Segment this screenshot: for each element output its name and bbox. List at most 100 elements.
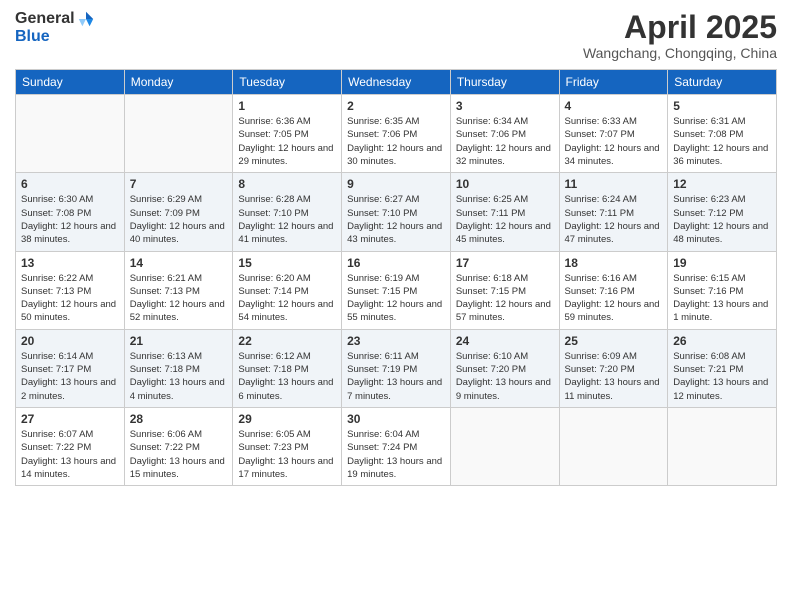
day-header-thursday: Thursday	[450, 70, 559, 95]
day-number: 28	[130, 412, 228, 426]
day-info: Sunrise: 6:11 AMSunset: 7:19 PMDaylight:…	[347, 350, 445, 403]
day-number: 21	[130, 334, 228, 348]
calendar-cell	[124, 95, 233, 173]
month-title: April 2025	[583, 10, 777, 45]
day-number: 13	[21, 256, 119, 270]
day-info: Sunrise: 6:12 AMSunset: 7:18 PMDaylight:…	[238, 350, 336, 403]
calendar-cell	[668, 407, 777, 485]
day-info: Sunrise: 6:20 AMSunset: 7:14 PMDaylight:…	[238, 272, 336, 325]
day-info: Sunrise: 6:06 AMSunset: 7:22 PMDaylight:…	[130, 428, 228, 481]
calendar-week-4: 20 Sunrise: 6:14 AMSunset: 7:17 PMDayligh…	[16, 329, 777, 407]
day-number: 1	[238, 99, 336, 113]
day-number: 27	[21, 412, 119, 426]
day-info: Sunrise: 6:30 AMSunset: 7:08 PMDaylight:…	[21, 193, 119, 246]
day-info: Sunrise: 6:05 AMSunset: 7:23 PMDaylight:…	[238, 428, 336, 481]
calendar-cell	[450, 407, 559, 485]
calendar-week-1: 1 Sunrise: 6:36 AMSunset: 7:05 PMDaylight…	[16, 95, 777, 173]
calendar-cell: 24 Sunrise: 6:10 AMSunset: 7:20 PMDayligh…	[450, 329, 559, 407]
day-number: 20	[21, 334, 119, 348]
calendar-cell: 16 Sunrise: 6:19 AMSunset: 7:15 PMDayligh…	[342, 251, 451, 329]
calendar-week-2: 6 Sunrise: 6:30 AMSunset: 7:08 PMDaylight…	[16, 173, 777, 251]
location: Wangchang, Chongqing, China	[583, 45, 777, 61]
day-number: 23	[347, 334, 445, 348]
header: General Blue April 2025 Wangchang, Chong…	[15, 10, 777, 61]
calendar-week-3: 13 Sunrise: 6:22 AMSunset: 7:13 PMDayligh…	[16, 251, 777, 329]
day-info: Sunrise: 6:27 AMSunset: 7:10 PMDaylight:…	[347, 193, 445, 246]
day-info: Sunrise: 6:15 AMSunset: 7:16 PMDaylight:…	[673, 272, 771, 325]
day-number: 2	[347, 99, 445, 113]
calendar-cell: 11 Sunrise: 6:24 AMSunset: 7:11 PMDayligh…	[559, 173, 668, 251]
calendar-cell: 18 Sunrise: 6:16 AMSunset: 7:16 PMDayligh…	[559, 251, 668, 329]
calendar-cell: 2 Sunrise: 6:35 AMSunset: 7:06 PMDaylight…	[342, 95, 451, 173]
day-number: 10	[456, 177, 554, 191]
calendar-week-5: 27 Sunrise: 6:07 AMSunset: 7:22 PMDayligh…	[16, 407, 777, 485]
day-info: Sunrise: 6:04 AMSunset: 7:24 PMDaylight:…	[347, 428, 445, 481]
day-number: 16	[347, 256, 445, 270]
day-info: Sunrise: 6:10 AMSunset: 7:20 PMDaylight:…	[456, 350, 554, 403]
day-info: Sunrise: 6:31 AMSunset: 7:08 PMDaylight:…	[673, 115, 771, 168]
day-number: 29	[238, 412, 336, 426]
logo-icon	[77, 10, 95, 28]
calendar-cell: 14Sunrise: 6:21 AMSunset: 7:13 PMDayligh…	[124, 251, 233, 329]
calendar-cell	[16, 95, 125, 173]
calendar-cell: 15 Sunrise: 6:20 AMSunset: 7:14 PMDayligh…	[233, 251, 342, 329]
calendar-cell: 10 Sunrise: 6:25 AMSunset: 7:11 PMDayligh…	[450, 173, 559, 251]
logo-general: General	[15, 10, 75, 28]
day-header-saturday: Saturday	[668, 70, 777, 95]
calendar-cell	[559, 407, 668, 485]
calendar-cell: 19 Sunrise: 6:15 AMSunset: 7:16 PMDayligh…	[668, 251, 777, 329]
calendar-cell: 27 Sunrise: 6:07 AMSunset: 7:22 PMDayligh…	[16, 407, 125, 485]
day-info: Sunrise: 6:33 AMSunset: 7:07 PMDaylight:…	[565, 115, 663, 168]
day-number: 9	[347, 177, 445, 191]
day-number: 11	[565, 177, 663, 191]
day-number: 15	[238, 256, 336, 270]
calendar-cell: 1 Sunrise: 6:36 AMSunset: 7:05 PMDaylight…	[233, 95, 342, 173]
day-info: Sunrise: 6:14 AMSunset: 7:17 PMDaylight:…	[21, 350, 119, 403]
day-number: 6	[21, 177, 119, 191]
day-number: 26	[673, 334, 771, 348]
day-info: Sunrise: 6:22 AMSunset: 7:13 PMDaylight:…	[21, 272, 119, 325]
day-number: 30	[347, 412, 445, 426]
day-info: Sunrise: 6:24 AMSunset: 7:11 PMDaylight:…	[565, 193, 663, 246]
day-number: 5	[673, 99, 771, 113]
day-header-wednesday: Wednesday	[342, 70, 451, 95]
day-number: 3	[456, 99, 554, 113]
day-number: 22	[238, 334, 336, 348]
calendar-cell: 26 Sunrise: 6:08 AMSunset: 7:21 PMDayligh…	[668, 329, 777, 407]
day-number: 12	[673, 177, 771, 191]
title-block: April 2025 Wangchang, Chongqing, China	[583, 10, 777, 61]
day-info: Sunrise: 6:16 AMSunset: 7:16 PMDaylight:…	[565, 272, 663, 325]
day-info: Sunrise: 6:07 AMSunset: 7:22 PMDaylight:…	[21, 428, 119, 481]
calendar-cell: 25Sunrise: 6:09 AMSunset: 7:20 PMDayligh…	[559, 329, 668, 407]
calendar-cell: 7 Sunrise: 6:29 AMSunset: 7:09 PMDaylight…	[124, 173, 233, 251]
day-header-tuesday: Tuesday	[233, 70, 342, 95]
day-number: 8	[238, 177, 336, 191]
calendar-cell: 4 Sunrise: 6:33 AMSunset: 7:07 PMDaylight…	[559, 95, 668, 173]
calendar-cell: 13 Sunrise: 6:22 AMSunset: 7:13 PMDayligh…	[16, 251, 125, 329]
day-info: Sunrise: 6:19 AMSunset: 7:15 PMDaylight:…	[347, 272, 445, 325]
day-info: Sunrise: 6:21 AMSunset: 7:13 PMDaylight:…	[130, 272, 228, 325]
logo-blue: Blue	[15, 28, 50, 46]
day-info: Sunrise: 6:29 AMSunset: 7:09 PMDaylight:…	[130, 193, 228, 246]
day-number: 19	[673, 256, 771, 270]
day-number: 7	[130, 177, 228, 191]
day-info: Sunrise: 6:25 AMSunset: 7:11 PMDaylight:…	[456, 193, 554, 246]
day-info: Sunrise: 6:36 AMSunset: 7:05 PMDaylight:…	[238, 115, 336, 168]
calendar-cell: 12 Sunrise: 6:23 AMSunset: 7:12 PMDayligh…	[668, 173, 777, 251]
day-number: 24	[456, 334, 554, 348]
calendar-cell: 29 Sunrise: 6:05 AMSunset: 7:23 PMDayligh…	[233, 407, 342, 485]
day-number: 18	[565, 256, 663, 270]
page: General Blue April 2025 Wangchang, Chong…	[0, 0, 792, 612]
day-number: 4	[565, 99, 663, 113]
day-info: Sunrise: 6:35 AMSunset: 7:06 PMDaylight:…	[347, 115, 445, 168]
day-info: Sunrise: 6:09 AMSunset: 7:20 PMDaylight:…	[565, 350, 663, 403]
calendar-cell: 9 Sunrise: 6:27 AMSunset: 7:10 PMDaylight…	[342, 173, 451, 251]
logo: General Blue	[15, 10, 95, 46]
day-info: Sunrise: 6:23 AMSunset: 7:12 PMDaylight:…	[673, 193, 771, 246]
calendar-cell: 3Sunrise: 6:34 AMSunset: 7:06 PMDaylight…	[450, 95, 559, 173]
day-header-friday: Friday	[559, 70, 668, 95]
day-info: Sunrise: 6:08 AMSunset: 7:21 PMDaylight:…	[673, 350, 771, 403]
day-info: Sunrise: 6:28 AMSunset: 7:10 PMDaylight:…	[238, 193, 336, 246]
calendar-cell: 21Sunrise: 6:13 AMSunset: 7:18 PMDayligh…	[124, 329, 233, 407]
day-info: Sunrise: 6:18 AMSunset: 7:15 PMDaylight:…	[456, 272, 554, 325]
